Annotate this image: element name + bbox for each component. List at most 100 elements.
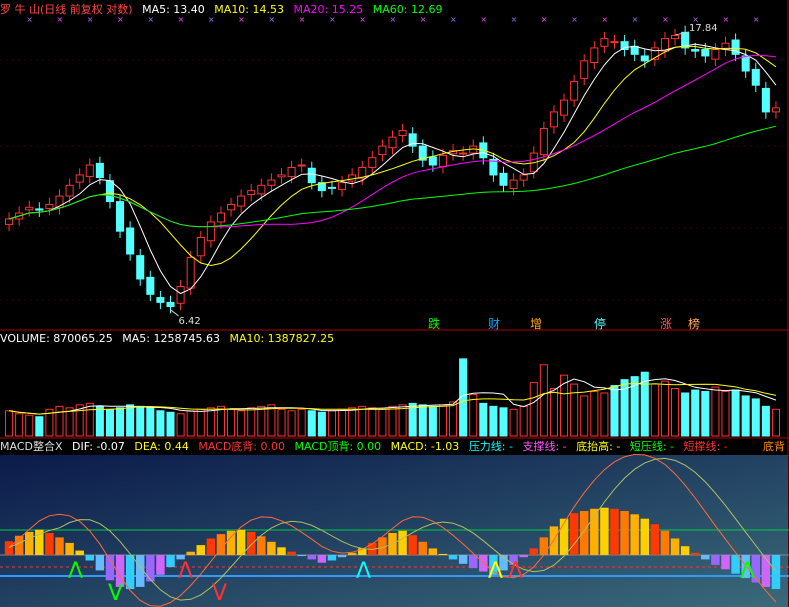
macd-bar [287,551,296,555]
candle [95,162,104,178]
volume-bar [469,393,478,437]
candle [35,208,44,211]
candle [75,174,84,183]
candle [438,154,447,168]
volume-bar [358,405,367,437]
volume-bar [227,408,236,437]
signal-mark: × [541,15,548,24]
candle [348,174,357,182]
macd-signal: Λ [740,559,755,584]
volume-bar [509,408,518,437]
macd-bar [721,555,730,570]
event-label: 跌 [428,317,441,331]
volume-bar [671,388,680,437]
candle [267,179,276,186]
candle [85,164,94,178]
rising-bottom-label: 底抬高: - [576,440,621,453]
low-pointer [170,309,179,317]
bottom-div-label: MACD底背: 0.00 [198,440,285,453]
volume-bar [156,410,165,437]
macd-bar [146,555,155,582]
volume-bar [327,410,336,437]
macd-bar [761,555,771,587]
event-label: 榜 [688,317,701,331]
volume-bar [560,374,569,437]
volume-bar [368,407,377,437]
candle [539,127,548,156]
macd-bar [398,530,407,555]
volume-bar [126,404,135,437]
volume-bar [307,410,316,437]
candle [297,164,306,167]
volume-bar [105,408,114,437]
macd-signal: Λ [356,559,371,584]
macd-bar [549,526,559,555]
chart-canvas: × × × × × × × × × × × × × × × × × × × × × × × × × ΛVΛVΛ Λ Λ Λ 17.84… [0,0,789,607]
volume-bar [146,407,155,437]
volume-bar [428,405,437,437]
volume-bar [681,392,690,437]
volume-bar [287,410,296,437]
macd-bar [630,514,639,555]
macd-bar [24,531,34,555]
ma60-label: MA60: 12.69 [372,3,443,16]
volume-bar [731,389,740,437]
volume-label: VOLUME: 870065.25 [0,332,113,345]
volume-bar [691,389,700,437]
macd-bar [569,513,579,555]
candle [388,136,397,149]
macd-bar [277,547,286,555]
high-label: 17.84 [689,23,718,34]
event-label: 涨 [660,317,673,331]
candle [691,49,700,52]
candle [126,227,135,255]
macd-bar [428,548,438,555]
candle [549,111,558,128]
volume-bar [267,404,276,437]
macd-bar [468,555,478,569]
candle [176,286,185,304]
volume-bar [711,386,720,437]
macd-right-label: 底背 [763,440,785,453]
volume-bar [136,405,145,437]
volume-bar [650,383,659,437]
volume-bar [449,401,458,437]
macd-signal: Λ [508,559,523,584]
volume-bar [519,405,528,437]
volume-bar [590,391,599,437]
candle [590,47,599,63]
dif-label: DIF: -0.07 [72,440,125,453]
macd-bar [95,555,105,571]
macd-bar [438,553,448,555]
candle [509,179,518,190]
volume-bar [771,408,780,437]
macd-bar [539,537,549,555]
candle [105,180,114,203]
volume-bar [206,407,215,437]
macd-bar [196,545,206,555]
candle [398,130,407,137]
candle [257,184,266,195]
candle [580,60,589,79]
event-label: 增 [530,317,543,331]
candle [610,41,619,44]
macd-bar [690,552,700,555]
candle [378,145,387,156]
ma20-label: MA20: 15.25 [293,3,364,16]
signal-mark: × [723,15,730,24]
pressure-label: 压力线: - [468,440,513,453]
volume-bar [600,392,609,437]
macd-panel: ΛVΛVΛ Λ Λ Λ [0,453,789,607]
price-header: 罗 牛 山(日线 前复权 对数) MA5: 13.40 MA10: 14.53 … [0,3,448,17]
volume-bar [398,404,407,437]
volume-bar [751,398,760,437]
top-div-label: MACD顶背: 0.00 [294,440,382,453]
macd-bar [85,555,95,561]
volume-bar [741,395,750,437]
volume-bar [549,388,558,437]
volume-bar [237,410,246,437]
candle [741,55,750,72]
support-label: 支撑线: - [522,440,567,453]
volume-bar [166,411,175,437]
ma10-label: MA10: 14.53 [214,3,285,16]
